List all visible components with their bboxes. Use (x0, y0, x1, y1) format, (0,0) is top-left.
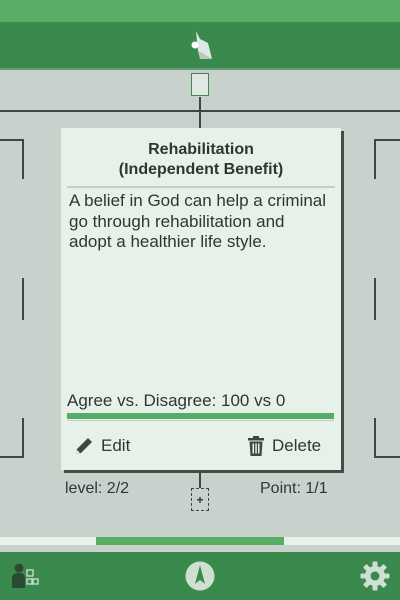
right-sibling-card-top (374, 139, 400, 179)
card-title-divider (67, 186, 335, 188)
parent-node[interactable] (191, 73, 209, 96)
vote-summary: Agree vs. Disagree: 100 vs 0 (67, 391, 286, 410)
left-sibling-card-side (22, 278, 24, 320)
left-sibling-card-top (0, 139, 24, 179)
right-sibling-card-side (374, 278, 376, 320)
trash-icon (246, 435, 266, 457)
child-connector (199, 472, 201, 488)
tree-sibling-line (0, 110, 400, 112)
vote-bar-fill (67, 413, 334, 419)
edit-label: Edit (101, 436, 131, 455)
edit-button[interactable]: Edit (73, 434, 130, 458)
delete-label: Delete (272, 436, 322, 455)
compass-icon[interactable] (184, 560, 216, 592)
header-divider (0, 68, 400, 70)
tree-connector (199, 97, 201, 129)
vote-bar (67, 413, 334, 419)
app-logo-icon (186, 29, 214, 61)
page-indicator (0, 537, 400, 545)
card-actions-divider (67, 420, 334, 421)
level-indicator: level: 2/2 (65, 480, 130, 497)
status-bar (0, 0, 400, 22)
delete-button[interactable]: Delete (246, 434, 321, 458)
card-title-line1: Rehabilitation (148, 141, 254, 158)
pencil-icon (73, 435, 95, 457)
page-indicator-active (96, 537, 284, 545)
point-indicator: Point: 1/1 (260, 480, 328, 497)
card-title-line2: (Independent Benefit) (118, 161, 284, 178)
left-sibling-card-bottom (0, 418, 24, 458)
right-sibling-card-bottom (374, 418, 400, 458)
gear-icon[interactable] (359, 560, 391, 592)
point-card[interactable]: Rehabilitation (Independent Benefit) A b… (61, 128, 341, 470)
add-child-node-button[interactable]: + (191, 488, 209, 511)
card-body-text: A belief in God can help a criminal go t… (69, 191, 327, 251)
card-title: Rehabilitation (Independent Benefit) (61, 140, 341, 180)
tree-view-icon[interactable] (11, 562, 39, 590)
